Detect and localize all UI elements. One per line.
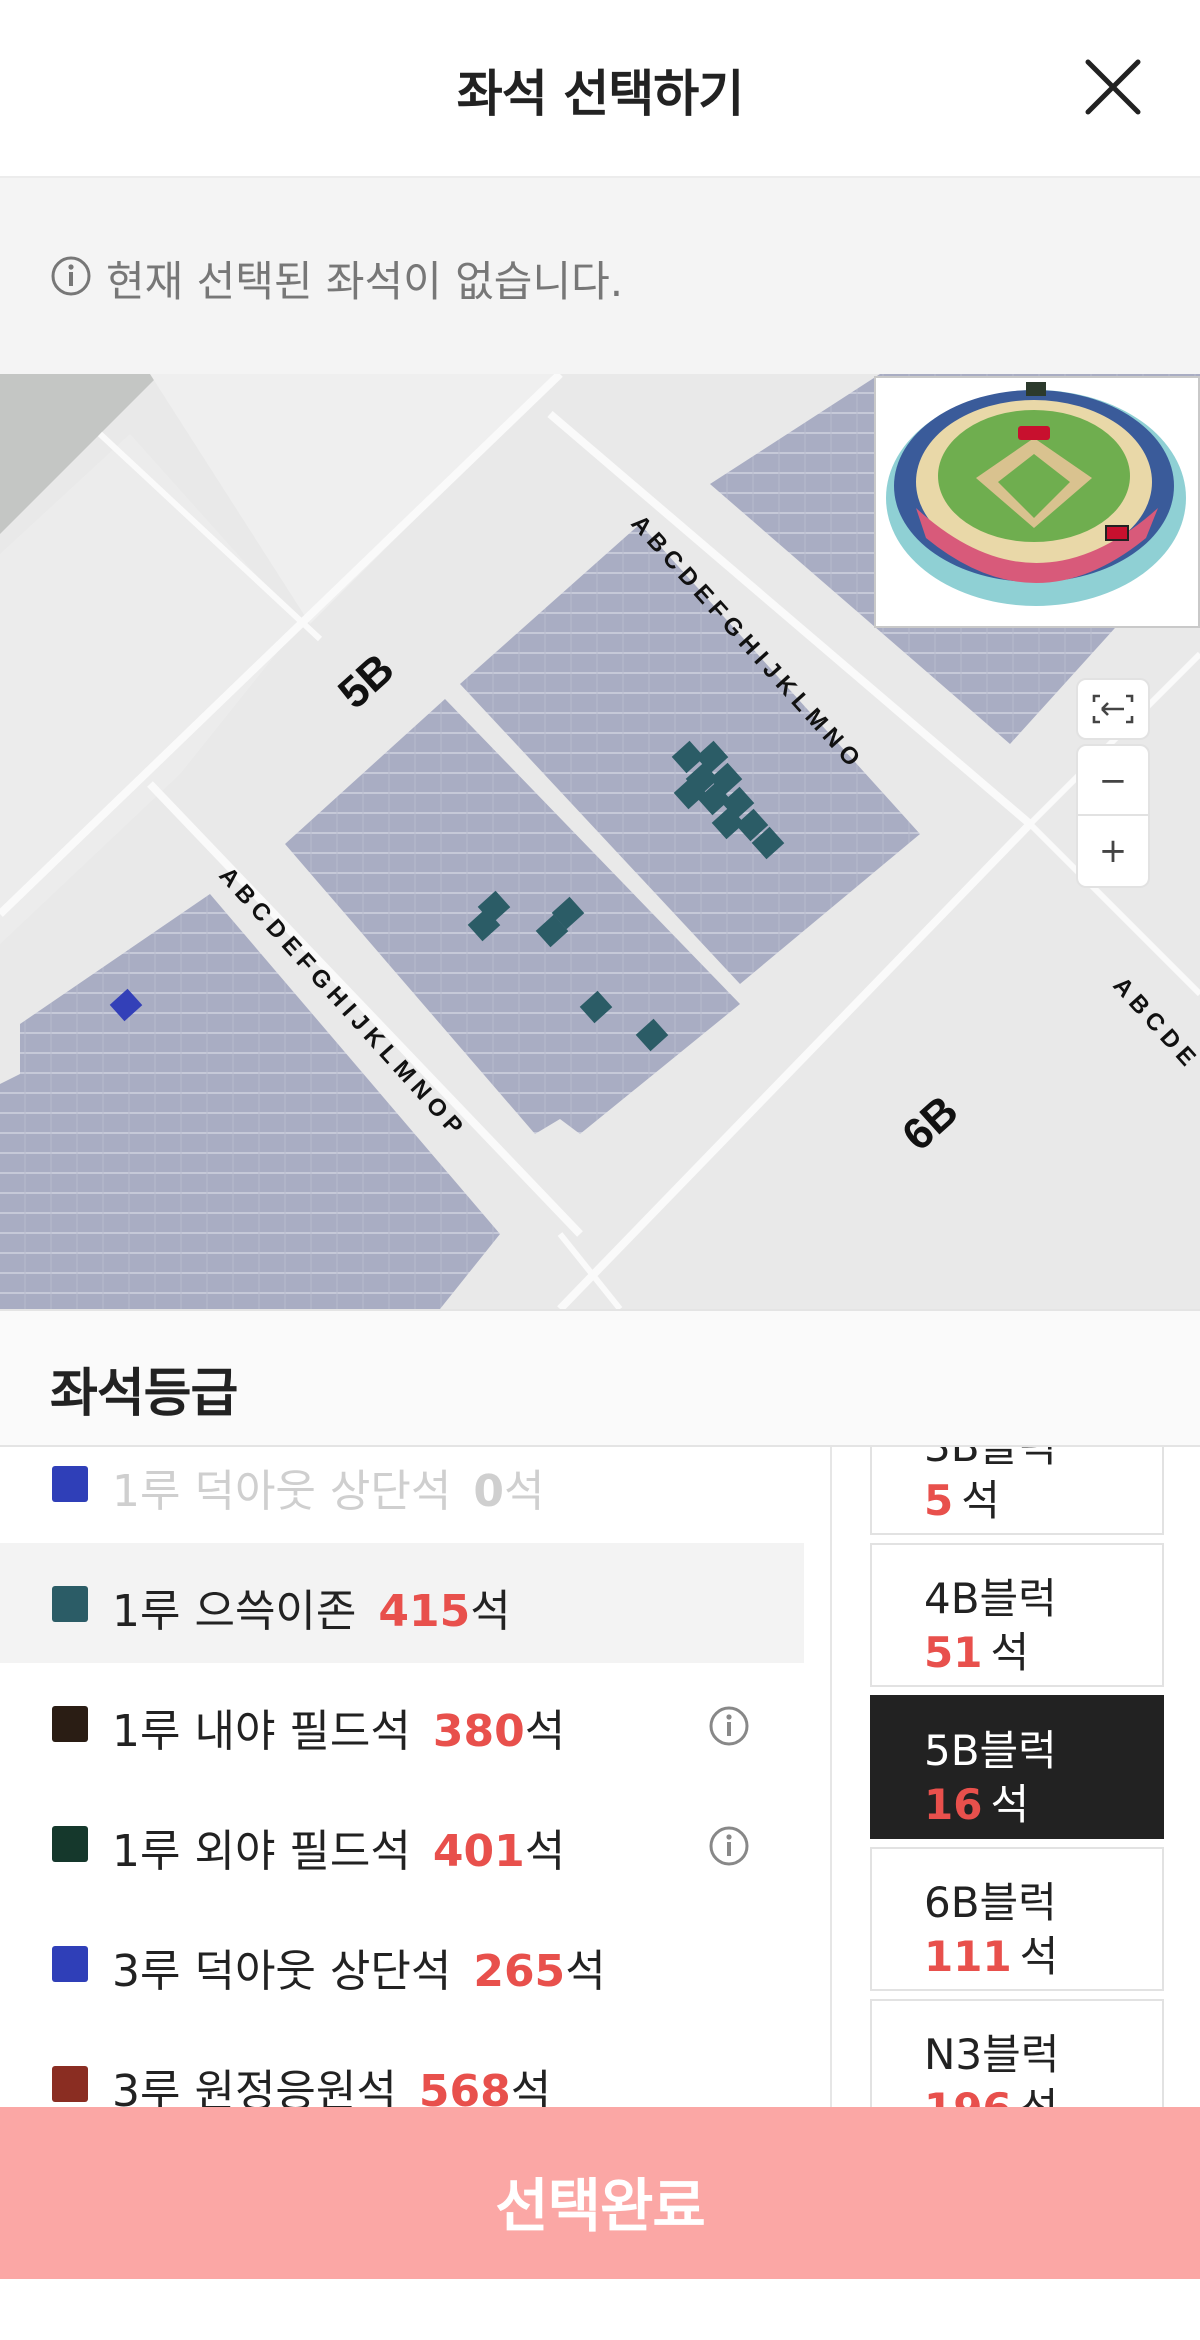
grade-color-swatch [52,1466,88,1502]
grade-color-swatch [52,1826,88,1862]
info-icon [51,256,91,296]
grade-count: 401 [432,1826,525,1877]
grade-unit: 석 [503,1466,545,1517]
block-seat-count: 111 석 [924,1923,1058,1984]
block-count: 111 [924,1932,1012,1981]
block-card[interactable]: 4B블럭 51 석 [870,1543,1164,1687]
grade-name: 1루 내야 필드석 [112,1706,411,1757]
grade-label: 1루 덕아웃 상단석 0석 [112,1455,544,1519]
block-seat-count: 5석 [924,1467,1000,1528]
block-seat-count: 196 석 [924,2075,1058,2107]
block-unit: 석 [1020,2084,1059,2107]
block-card[interactable]: N3블럭 196 석 [870,1999,1164,2107]
stadium-minimap[interactable] [874,376,1200,628]
block-name: 5B블럭 [924,1726,1057,1775]
confirm-button-label: 선택완료 [495,2172,705,2240]
grade-label: 1루 내야 필드석 380석 [112,1695,565,1759]
grade-color-swatch [52,1586,88,1622]
grade-row[interactable]: 3루 원정응원석 568석 [0,2023,804,2107]
grade-unit: 석 [524,1706,566,1757]
grade-row[interactable]: 1루 으쓱이존 415석 [0,1543,804,1663]
block-unit: 석 [990,1628,1030,1677]
block-label-6b: 6B [893,1086,968,1160]
confirm-button[interactable]: 선택완료 [0,2107,1200,2279]
block-seat-count: 51 석 [924,1619,1029,1680]
close-icon[interactable] [1082,56,1144,118]
block-list[interactable]: 3B블럭5석4B블럭51석5B블럭16석6B블럭111석N3블럭196석 [832,1447,1200,2107]
seat-map[interactable]: 5B 6B ABCDEFGHIJKLMNO ABCDEFGHIJKLMNOP A… [0,374,1200,1309]
grade-unit: 석 [524,1826,566,1877]
grade-row[interactable]: 3루 덕아웃 상단석 265석 [0,1903,804,2023]
grade-name: 3루 원정응원석 [112,2066,397,2107]
grade-name: 1루 덕아웃 상단석 [112,1466,452,1517]
stadium-overview-icon [886,382,1186,606]
block-count: 51 [924,1628,983,1677]
block-name: 4B블럭 [924,1574,1057,1623]
block-name: N3블럭 [924,2030,1060,2079]
fit-screen-icon [1092,694,1134,724]
grade-color-swatch [52,1946,88,1982]
block-unit: 석 [990,1780,1030,1829]
grade-row[interactable]: 1루 내야 필드석 380석 [0,1663,804,1783]
grade-name: 3루 덕아웃 상단석 [112,1946,452,1997]
block-count: 196 [924,2084,1012,2107]
grade-unit: 석 [510,2066,552,2107]
notice-text: 현재 선택된 좌석이 없습니다. [106,257,624,306]
grade-label: 1루 으쓱이존 415석 [112,1575,511,1639]
selection-notice: 현재 선택된 좌석이 없습니다. [0,176,1200,374]
block-unit: 석 [961,1476,1000,1525]
block-label-5b: 5B [329,644,404,718]
block-card[interactable]: 5B블럭 16 석 [870,1695,1164,1839]
grade-color-swatch [52,2066,88,2102]
bottom-safe-area [0,2279,1200,2340]
seat-grade-list[interactable]: 1루 덕아웃 상단석 0석 1루 으쓱이존 415석 1루 내야 필드석 380석 1루 외… [0,1447,832,2107]
grade-count: 380 [432,1706,525,1757]
grade-label: 3루 덕아웃 상단석 265석 [112,1935,606,1999]
zoom-controls: − + [1076,744,1150,888]
grade-unit: 석 [470,1586,511,1637]
grade-label: 1루 외야 필드석 401석 [112,1815,565,1879]
info-icon[interactable] [708,1825,750,1867]
block-count: 5 [924,1476,954,1525]
block-seat-count: 16 석 [924,1771,1029,1832]
block-card[interactable]: 3B블럭5석 [870,1447,1164,1535]
block-count: 16 [924,1780,983,1829]
grade-label: 3루 원정응원석 568석 [112,2055,551,2107]
block-name: 6B블럭 [924,1878,1057,1927]
block-card[interactable]: 6B블럭 111 석 [870,1847,1164,1991]
info-icon[interactable] [708,1705,750,1747]
fit-screen-button[interactable] [1076,678,1150,740]
grade-count: 415 [378,1586,471,1637]
grade-count: 568 [418,2066,511,2107]
grade-row[interactable]: 1루 외야 필드석 401석 [0,1783,804,1903]
grade-name: 1루 으쓱이존 [112,1586,357,1637]
grade-color-swatch [52,1706,88,1742]
grade-count: 265 [473,1946,566,1997]
grade-row[interactable]: 1루 덕아웃 상단석 0석 [0,1447,804,1543]
block-unit: 석 [1019,1932,1059,1981]
page-title: 좌석 선택하기 [456,65,744,123]
seat-grade-header: 좌석등급 [0,1309,1200,1447]
grade-count: 0 [473,1466,504,1517]
zoom-out-button[interactable]: − [1078,746,1148,816]
row-letters-6b: ABCDE [1108,972,1200,1076]
seat-grade-title: 좌석등급 [50,1364,238,1424]
grade-unit: 석 [565,1946,606,1997]
zoom-in-button[interactable]: + [1078,816,1148,886]
grade-name: 1루 외야 필드석 [112,1826,411,1877]
header: 좌석 선택하기 [0,0,1200,176]
